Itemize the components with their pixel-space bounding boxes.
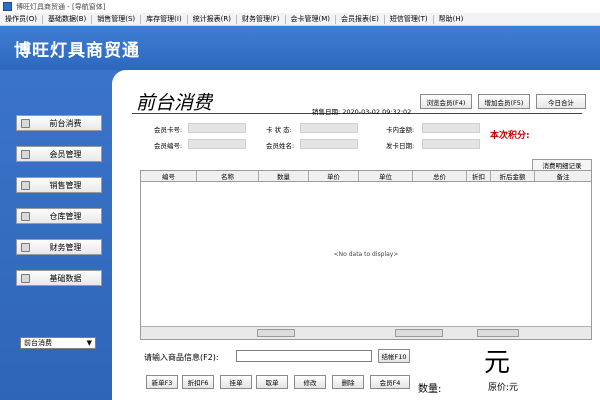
col-discount[interactable]: 折扣 [467,171,491,181]
menu-bar: 操作员(O) 基础数据(B) 销售管理(S) 库存管理(I) 统计报表(R) 财… [0,13,600,26]
page-title: 前台消费 [136,92,213,114]
nav-label: 会员管理 [49,149,82,159]
issue-date-field[interactable] [422,139,480,149]
menu-member-card[interactable]: 会卡管理(M) [286,14,336,24]
left-nav: 前台消费 会员管理 销售管理 仓库管理 财务管理 基础数据 前台消费 ▼ [6,105,110,395]
nav-warehouse-management[interactable]: 仓库管理 [16,208,102,224]
delete-button[interactable]: 删除 [332,375,364,389]
amount-currency: 元 [484,348,511,378]
browse-member-button[interactable]: 浏览会员(F4) [420,94,472,109]
card-no-field[interactable] [188,123,246,133]
window-titlebar: 博旺灯具商贸通 - [导航窗体] [0,0,600,13]
nav-basic-data[interactable]: 基础数据 [16,270,102,286]
nav-label: 基础数据 [49,273,82,283]
nav-label: 仓库管理 [49,211,82,221]
card-status-label: 卡 状 态: [266,126,292,134]
nav-member-management[interactable]: 会员管理 [16,146,102,162]
nav-label: 财务管理 [49,242,82,252]
chevron-down-icon: ▼ [86,339,92,347]
window-title: 博旺灯具商贸通 - [导航窗体] [16,2,106,11]
card-status-field[interactable] [300,123,358,133]
nav-select[interactable]: 前台消费 ▼ [20,337,96,349]
menu-basic-data[interactable]: 基础数据(B) [43,14,91,24]
member-no-field[interactable] [188,139,246,149]
col-remark[interactable]: 备注 [535,171,591,181]
edit-button[interactable]: 修改 [294,375,326,389]
nav-label: 销售管理 [49,180,82,190]
menu-reports[interactable]: 统计报表(R) [188,14,236,24]
hold-order-button[interactable]: 挂单 [220,375,252,389]
nav-select-value: 前台消费 [24,339,52,347]
nav-icon [21,149,30,159]
member-name-field[interactable] [300,139,358,149]
nav-finance-management[interactable]: 财务管理 [16,239,102,255]
grid-footer [141,326,591,339]
col-total[interactable]: 总价 [413,171,467,181]
points-label: 本次积分: [490,131,530,141]
product-input-label: 请输入商品信息(F2): [144,353,219,362]
footer-cell [257,329,295,337]
product-input[interactable] [236,350,372,362]
sale-date: 销售日期: 2020-03-02 09:32:02 [312,108,412,116]
col-unit-price[interactable]: 单价 [309,171,359,181]
menu-member-reports[interactable]: 会员报表(E) [336,14,384,24]
footer-cell [477,329,519,337]
grid-empty-text: <No data to display> [333,251,399,258]
issue-date-label: 发卡日期: [386,142,415,150]
today-total-button[interactable]: 今日合计 [536,94,586,109]
card-balance-field[interactable] [422,123,480,133]
retrieve-order-button[interactable]: 取单 [256,375,288,389]
nav-label: 前台消费 [49,118,82,128]
grid-header: 编号 名称 数量 单价 单位 总价 折扣 折后金额 备注 [141,171,591,182]
brand-title: 博旺灯具商贸通 [14,41,140,61]
col-discounted-amount[interactable]: 折后金额 [491,171,535,181]
brand-banner: 博旺灯具商贸通 [0,26,600,70]
menu-operator[interactable]: 操作员(O) [0,14,42,24]
member-no-label: 会员编号: [154,142,183,150]
member-f4-button[interactable]: 会员F4 [370,375,410,389]
menu-sales[interactable]: 销售管理(S) [92,14,140,24]
checkout-button[interactable]: 结帐F10 [378,349,410,363]
add-member-button[interactable]: 增加会员(F5) [478,94,530,109]
discount-button[interactable]: 折扣F6 [182,375,214,389]
app-icon [3,2,12,11]
menu-finance[interactable]: 财务管理(F) [237,14,285,24]
footer-cell [395,329,443,337]
nav-icon [21,273,30,283]
nav-icon [21,211,30,221]
col-id[interactable]: 编号 [141,171,197,181]
card-no-label: 会员卡号: [154,126,183,134]
nav-sales-management[interactable]: 销售管理 [16,177,102,193]
nav-icon [21,242,30,252]
nav-front-desk[interactable]: 前台消费 [16,115,102,131]
original-price-label: 原价:元 [488,383,519,393]
consumption-grid: 编号 名称 数量 单价 单位 总价 折扣 折后金额 备注 <No data to… [140,170,592,340]
member-name-label: 会员姓名: [266,142,295,150]
nav-icon [21,180,30,190]
col-name[interactable]: 名称 [197,171,259,181]
col-unit[interactable]: 单位 [359,171,413,181]
tab-consumption-detail[interactable]: 消费明细记录 [532,159,592,170]
main-panel: 前台消费 销售日期: 2020-03-02 09:32:02 浏览会员(F4) … [112,70,600,400]
col-qty[interactable]: 数量 [259,171,309,181]
menu-inventory[interactable]: 库存管理(I) [141,14,187,24]
nav-icon [21,118,30,128]
quantity-label: 数量: [418,384,442,395]
card-balance-label: 卡内金额: [386,126,415,134]
new-order-button[interactable]: 新单F3 [146,375,178,389]
menu-help[interactable]: 帮助(H) [434,14,469,24]
menu-sms[interactable]: 短信管理(T) [385,14,433,24]
